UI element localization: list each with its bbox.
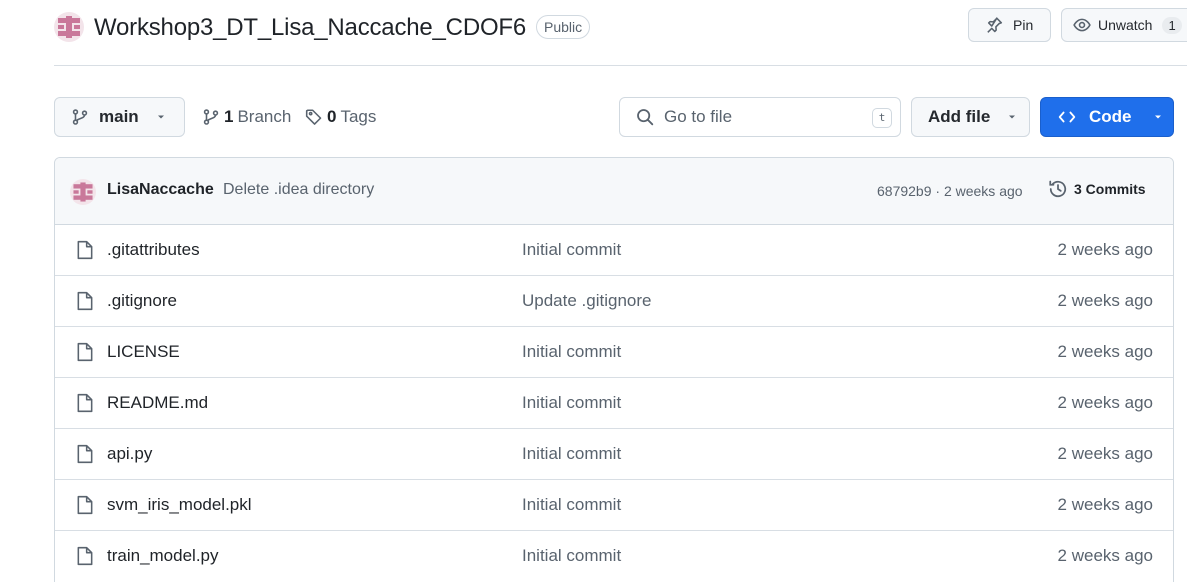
tags-count: 0 — [327, 107, 337, 126]
go-to-file-input[interactable] — [664, 107, 864, 127]
tags-link[interactable]: 0 Tags — [305, 97, 376, 137]
chevron-down-icon — [1154, 115, 1161, 119]
file-name[interactable]: LICENSE — [107, 342, 180, 362]
file-last-modified: 2 weeks ago — [1057, 240, 1153, 259]
commits-history-link[interactable]: 3 Commits — [1048, 179, 1146, 199]
keyboard-shortcut-hint: t — [872, 108, 892, 128]
tags-label: Tags — [340, 107, 377, 126]
latest-commit-bar: LisaNaccache Delete .idea directory 6879… — [55, 158, 1173, 225]
code-icon — [1058, 111, 1076, 123]
file-commit-message[interactable]: Update .gitignore — [522, 291, 651, 311]
code-button[interactable]: Code — [1040, 97, 1174, 137]
file-last-modified: 2 weeks ago — [1057, 291, 1153, 310]
branches-label: Branch — [237, 107, 292, 126]
commit-message[interactable]: Delete .idea directory — [223, 181, 374, 199]
repo-name[interactable]: Workshop3_DT_Lisa_Naccache_CDOF6 — [94, 12, 526, 44]
git-branch-icon — [72, 109, 88, 125]
commits-count: 3 Commits — [1074, 181, 1146, 197]
file-name[interactable]: api.py — [107, 444, 152, 464]
repo-owner-avatar[interactable] — [54, 12, 84, 42]
file-last-modified: 2 weeks ago — [1057, 393, 1153, 412]
file-commit-message[interactable]: Initial commit — [522, 546, 621, 566]
file-icon — [77, 495, 93, 515]
file-commit-message[interactable]: Initial commit — [522, 393, 621, 413]
file-list: LisaNaccache Delete .idea directory 6879… — [54, 157, 1174, 582]
file-icon — [77, 444, 93, 464]
tag-icon — [305, 109, 322, 125]
commit-hash-and-time[interactable]: 68792b9 · 2 weeks ago — [877, 183, 1023, 199]
unwatch-label: Unwatch — [1098, 17, 1153, 33]
file-commit-message[interactable]: Initial commit — [522, 240, 621, 260]
eye-icon — [1073, 18, 1091, 32]
add-file-button[interactable]: Add file — [911, 97, 1030, 137]
file-last-modified: 2 weeks ago — [1057, 495, 1153, 514]
file-row[interactable]: README.md Initial commit 2 weeks ago — [55, 378, 1173, 429]
file-commit-message[interactable]: Initial commit — [522, 444, 621, 464]
file-row[interactable]: LICENSE Initial commit 2 weeks ago — [55, 327, 1173, 378]
visibility-badge: Public — [536, 15, 591, 39]
file-last-modified: 2 weeks ago — [1057, 546, 1153, 565]
history-icon — [1049, 180, 1067, 198]
repo-header: Workshop3_DT_Lisa_Naccache_CDOF6 Public … — [54, 0, 1187, 66]
file-commit-message[interactable]: Initial commit — [522, 342, 621, 362]
commit-author[interactable]: LisaNaccache — [107, 181, 214, 199]
file-row[interactable]: .gitignore Update .gitignore 2 weeks ago — [55, 276, 1173, 327]
watchers-count: 1 — [1162, 16, 1182, 34]
repo-toolbar: main 1 Branch 0 Tags t Add file Code — [0, 97, 1187, 137]
pin-icon — [987, 17, 1003, 33]
file-icon — [77, 240, 93, 260]
file-icon — [77, 342, 93, 362]
file-name[interactable]: svm_iris_model.pkl — [107, 495, 252, 515]
go-to-file-search[interactable]: t — [619, 97, 901, 137]
branch-selector-button[interactable]: main — [54, 97, 185, 137]
file-icon — [77, 393, 93, 413]
file-row[interactable]: api.py Initial commit 2 weeks ago — [55, 429, 1173, 480]
file-name[interactable]: .gitattributes — [107, 240, 200, 260]
chevron-down-icon — [157, 115, 164, 119]
file-last-modified: 2 weeks ago — [1057, 444, 1153, 463]
file-icon — [77, 546, 93, 566]
file-row[interactable]: train_model.py Initial commit 2 weeks ago — [55, 531, 1173, 582]
branches-link[interactable]: 1 Branch — [202, 97, 291, 137]
file-row[interactable]: svm_iris_model.pkl Initial commit 2 weeks … — [55, 480, 1173, 531]
file-row[interactable]: .gitattributes Initial commit 2 weeks ago — [55, 225, 1173, 276]
pin-label: Pin — [1013, 17, 1034, 33]
code-label: Code — [1089, 107, 1132, 126]
add-file-label: Add file — [928, 107, 991, 126]
pin-button[interactable]: Pin — [968, 8, 1051, 42]
file-commit-message[interactable]: Initial commit — [522, 495, 621, 515]
file-name[interactable]: README.md — [107, 393, 208, 413]
search-icon — [637, 109, 654, 126]
branches-count: 1 — [224, 107, 234, 126]
file-last-modified: 2 weeks ago — [1057, 342, 1153, 361]
current-branch-label: main — [99, 107, 139, 126]
commit-author-avatar[interactable] — [70, 179, 96, 205]
file-name[interactable]: .gitignore — [107, 291, 177, 311]
file-name[interactable]: train_model.py — [107, 546, 219, 566]
git-branch-icon — [203, 109, 219, 125]
file-icon — [77, 291, 93, 311]
unwatch-button[interactable]: Unwatch 1 — [1061, 8, 1187, 42]
chevron-down-icon — [1009, 115, 1016, 119]
